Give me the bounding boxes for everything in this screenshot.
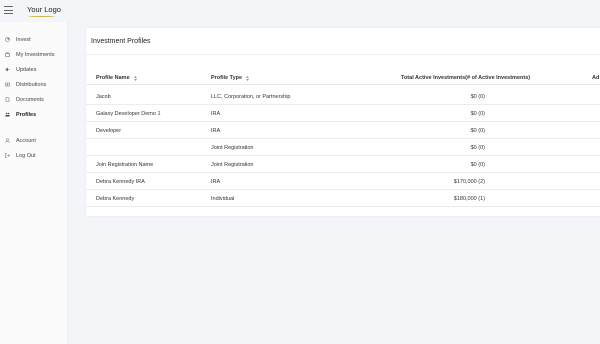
table-row[interactable]: Joint Registration $0 (0): [86, 140, 600, 156]
sidebar-item-profiles[interactable]: Profiles: [0, 108, 68, 121]
cell-profile-name: Debra Kennedy: [96, 196, 135, 202]
table-header: Profile Name Profile Type Total Active I…: [86, 73, 600, 85]
cell-profile-type: Individual: [211, 196, 235, 202]
column-header-profile-type[interactable]: Profile Type: [211, 75, 250, 81]
sidebar-item-label: Account: [16, 137, 36, 144]
cell-total-active-investments: $0 (0): [470, 128, 485, 134]
cell-total-active-investments: $170,000 (2): [453, 179, 485, 185]
user-icon: [5, 138, 10, 143]
logout-icon: [5, 153, 10, 158]
cell-total-active-investments: $0 (0): [470, 111, 485, 117]
sidebar-item-label: Log Out: [16, 152, 36, 159]
cell-profile-type: IRA: [211, 179, 221, 185]
cell-total-active-investments: $0 (0): [470, 162, 485, 168]
sidebar-item-documents[interactable]: Documents: [0, 93, 68, 106]
sidebar-item-updates[interactable]: Updates: [0, 63, 68, 76]
sort-icon[interactable]: [133, 75, 137, 81]
cell-profile-type: IRA: [211, 111, 221, 117]
logo-underline: [28, 15, 55, 17]
cell-profile-name: Debra Kennedy IRA: [96, 179, 145, 185]
sidebar-item-label: Profiles: [16, 111, 37, 118]
cell-profile-type: Joint Registration: [211, 162, 254, 168]
sidebar-item-label: Updates: [16, 66, 37, 73]
column-header-label: Profile Type: [211, 75, 243, 81]
cell-profile-name: Galaxy Developer Demo 1: [96, 111, 161, 117]
investment-profiles-card: Investment Profiles Profile Name Profile…: [86, 28, 600, 216]
sidebar-item-label: Distributions: [16, 81, 47, 88]
cell-total-active-investments: $180,000 (1): [453, 196, 485, 202]
sidebar-item-label: Invest: [16, 36, 31, 43]
cell-profile-type: Joint Registration: [211, 145, 254, 151]
table-row[interactable]: Developer IRA $0 (0): [86, 123, 600, 139]
menu-icon[interactable]: [4, 6, 13, 14]
column-header-total-active-investments: Total Active Investments(# of Active Inv…: [401, 75, 531, 81]
chart-icon: [5, 37, 10, 42]
cell-total-active-investments: $0 (0): [470, 145, 485, 151]
money-icon: [5, 82, 10, 87]
table-row[interactable]: Debra Kennedy Individual $180,000 (1): [86, 191, 600, 207]
card-header: Investment Profiles: [86, 28, 600, 55]
cell-profile-name: Jacob: [96, 94, 111, 100]
sidebar-item-distributions[interactable]: Distributions: [0, 78, 68, 91]
sidebar: Invest My Investments Updates Distributi…: [0, 22, 68, 344]
column-header-profile-name[interactable]: Profile Name: [96, 75, 137, 81]
logo[interactable]: Your Logo: [27, 5, 61, 14]
table-row[interactable]: Join Registration Name Joint Registratio…: [86, 157, 600, 173]
column-header-truncated: Ad: [592, 75, 600, 81]
cell-total-active-investments: $0 (0): [470, 94, 485, 100]
cell-profile-name: Developer: [96, 128, 122, 134]
sidebar-item-invest[interactable]: Invest: [0, 33, 68, 46]
table-row[interactable]: Galaxy Developer Demo 1 IRA $0 (0): [86, 106, 600, 122]
cell-profile-type: IRA: [211, 128, 221, 134]
megaphone-icon: [5, 67, 10, 72]
sidebar-item-my-investments[interactable]: My Investments: [0, 48, 68, 61]
sidebar-item-label: Documents: [16, 96, 44, 103]
table-row[interactable]: Debra Kennedy IRA IRA $170,000 (2): [86, 174, 600, 190]
cell-profile-name: Join Registration Name: [96, 162, 154, 168]
top-bar: Your Logo: [0, 0, 600, 22]
sidebar-item-account[interactable]: Account: [0, 134, 68, 147]
sidebar-item-log-out[interactable]: Log Out: [0, 149, 68, 162]
profile-icon: [5, 112, 10, 117]
briefcase-icon: [5, 52, 10, 57]
cell-profile-type: LLC, Corporation, or Partnership: [211, 94, 291, 100]
table-row[interactable]: Jacob LLC, Corporation, or Partnership $…: [86, 89, 600, 105]
column-header-label: Profile Name: [96, 75, 130, 81]
page-title: Investment Profiles: [91, 38, 151, 45]
sidebar-item-label: My Investments: [16, 51, 55, 58]
sort-icon[interactable]: [246, 75, 250, 81]
document-icon: [5, 97, 10, 102]
